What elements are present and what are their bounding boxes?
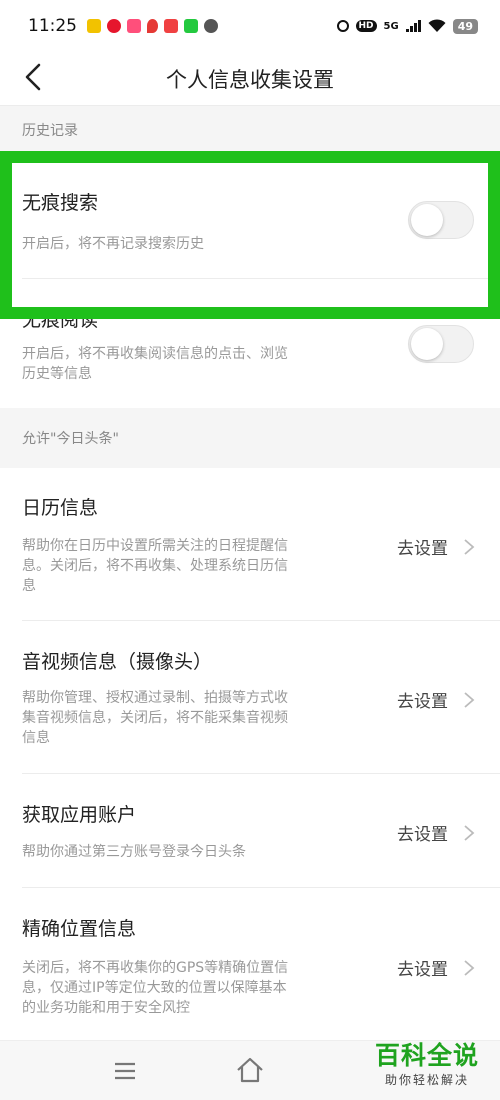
row-desc-line: 息。关闭后，将不再收集、处理系统日历信 (22, 558, 288, 574)
news-app-icon (87, 19, 101, 33)
row-desc: 开启后，将不再收集阅读信息的点击、浏览 历史等信息 (22, 344, 288, 384)
row-desc: 帮助你管理、授权通过录制、拍摄等方式收 集音视频信息，关闭后，将不能采集音视频 … (22, 688, 288, 748)
row-title: 无痕阅读 (22, 309, 99, 331)
toggle-knob (411, 328, 443, 360)
weibo-icon (107, 19, 121, 33)
nav-bar: 个人信息收集设置 (0, 52, 500, 106)
battery-indicator: 49 (452, 18, 478, 34)
setting-row-precise-location[interactable]: 精确位置信息 关闭后，将不再收集你的GPS等精确位置信 息，仅通过IP等定位大致… (0, 888, 500, 1040)
row-desc-line: 开启后，将不再收集阅读信息的点击、浏览 (22, 346, 288, 362)
row-desc-line: 集音视频信息，关闭后，将不能采集音视频 (22, 710, 288, 726)
go-settings-label: 去设置 (397, 692, 448, 712)
row-desc: 帮助你通过第三方账号登录今日头条 (22, 842, 246, 862)
chevron-right-icon (464, 824, 475, 841)
row-desc-line: 帮助你管理、授权通过录制、拍摄等方式收 (22, 690, 288, 706)
row-desc-line: 帮助你在日历中设置所需关注的日程提醒信 (22, 538, 288, 554)
alarm-icon (336, 20, 349, 32)
row-desc-line: 历史等信息 (22, 366, 92, 382)
incognito-search-toggle[interactable] (408, 201, 474, 239)
chevron-right-icon (464, 538, 475, 555)
menu-icon (115, 1062, 135, 1080)
video-app-icon (127, 19, 141, 33)
home-icon (237, 1057, 263, 1083)
row-desc-line: 的业务功能和用于安全风控 (22, 1000, 190, 1016)
go-settings-label: 去设置 (397, 825, 448, 845)
section-header-history: 历史记录 (0, 106, 500, 154)
setting-row-incognito-search: 无痕搜索 开启后，将不再记录搜索历史 (0, 154, 500, 279)
status-bar: 11:25 HD 5G 49 (0, 0, 500, 52)
watermark-subtitle: 助你轻松解决 (384, 1073, 469, 1087)
signal-icon (405, 20, 421, 32)
page-title: 个人信息收集设置 (166, 68, 334, 92)
notification-icons (87, 19, 218, 33)
network-label: 5G (383, 20, 399, 32)
setting-row-accounts[interactable]: 获取应用账户 帮助你通过第三方账号登录今日头条 去设置 (0, 774, 500, 888)
row-desc-line: 息 (22, 578, 36, 594)
row-desc-line: 关闭后，将不再收集你的GPS等精确位置信 (22, 960, 289, 976)
setting-row-incognito-reading: 无痕阅读 开启后，将不再收集阅读信息的点击、浏览 历史等信息 (0, 279, 500, 408)
calendar-go-settings[interactable]: 去设置 (397, 534, 478, 559)
status-time: 11:25 (28, 16, 77, 36)
wifi-icon (428, 19, 446, 32)
section-header-permissions: 允许"今日头条" (0, 408, 500, 468)
home-button[interactable] (234, 1055, 266, 1085)
toutiao-app-icon (164, 19, 178, 33)
row-title: 获取应用账户 (22, 804, 137, 826)
row-desc: 开启后，将不再记录搜索历史 (22, 236, 204, 252)
location-go-settings[interactable]: 去设置 (397, 955, 478, 980)
setting-row-camera[interactable]: 音视频信息（摄像头） 帮助你管理、授权通过录制、拍摄等方式收 集音视频信息，关闭… (0, 621, 500, 774)
go-settings-label: 去设置 (397, 539, 448, 559)
row-title: 日历信息 (22, 497, 99, 519)
setting-row-calendar[interactable]: 日历信息 帮助你在日历中设置所需关注的日程提醒信 息。关闭后，将不再收集、处理系… (0, 468, 500, 621)
camera-go-settings[interactable]: 去设置 (397, 687, 478, 712)
watermark-logo: 百科全说 助你轻松解决 (368, 1040, 486, 1088)
message-icon (204, 19, 218, 33)
watermark-title: 百科全说 (374, 1041, 479, 1070)
menu-button[interactable] (112, 1059, 138, 1083)
row-title: 音视频信息（摄像头） (22, 651, 213, 673)
row-title: 精确位置信息 (22, 918, 137, 940)
row-title: 无痕搜索 (22, 192, 99, 214)
iqiyi-app-icon (184, 19, 198, 33)
row-desc: 帮助你在日历中设置所需关注的日程提醒信 息。关闭后，将不再收集、处理系统日历信 … (22, 536, 288, 596)
accounts-go-settings[interactable]: 去设置 (397, 820, 478, 845)
toggle-knob (411, 204, 443, 236)
go-settings-label: 去设置 (397, 960, 448, 980)
row-desc: 关闭后，将不再收集你的GPS等精确位置信 息，仅通过IP等定位大致的位置以保障基… (22, 958, 288, 1018)
chevron-right-icon (464, 959, 475, 976)
hd-badge: HD (355, 20, 377, 32)
location-app-icon (147, 19, 158, 33)
status-left: 11:25 (28, 16, 218, 36)
row-desc-line: 信息 (22, 730, 50, 746)
status-right: HD 5G 49 (336, 18, 478, 34)
chevron-right-icon (464, 691, 475, 708)
row-desc-line: 息，仅通过IP等定位大致的位置以保障基本 (22, 980, 287, 996)
row-desc-line: 帮助你通过第三方账号登录今日头条 (22, 844, 246, 860)
incognito-reading-toggle[interactable] (408, 325, 474, 363)
